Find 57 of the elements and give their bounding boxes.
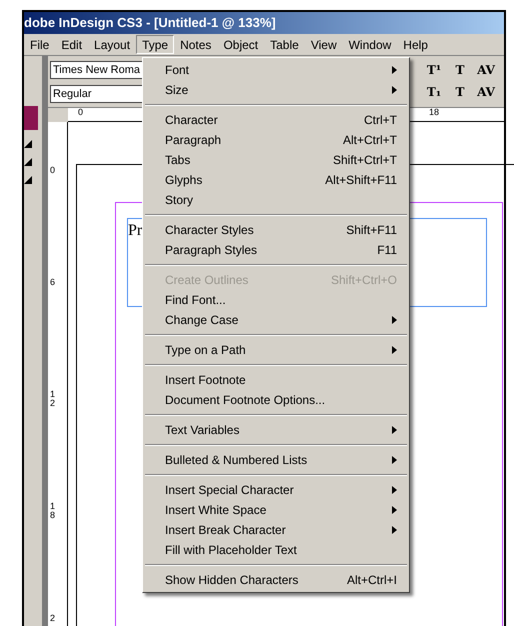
ruler-label: 18 [429,108,440,117]
submenu-arrow-icon [392,506,397,514]
menu-item[interactable]: Paragraph Styles F11 [143,240,409,260]
menu-bar-item[interactable]: Window [342,35,398,54]
menu-item[interactable]: Insert Footnote [143,370,409,390]
ruler-label: 12 [50,390,56,408]
tool-icon[interactable] [24,176,32,184]
ruler-label: 6 [50,278,56,287]
window-title: dobe InDesign CS3 - [Untitled-1 @ 133%] [24,14,276,32]
ruler-label: 0 [50,166,56,175]
menu-bar-item[interactable]: Object [217,35,264,54]
tool-icon[interactable] [24,140,32,148]
menu-bar-item[interactable]: Table [264,35,305,54]
menu-item[interactable]: Story [143,190,409,210]
format-button[interactable]: AV [476,83,496,101]
submenu-arrow-icon [392,66,397,74]
ruler-label: 0 [78,108,84,117]
submenu-arrow-icon [392,316,397,324]
submenu-arrow-icon [392,346,397,354]
menu-item[interactable]: Character Styles Shift+F11 [143,220,409,240]
menu-item[interactable]: Tabs Shift+Ctrl+T [143,150,409,170]
submenu-arrow-icon [392,86,397,94]
ruler-label: 2 [50,614,56,623]
format-button[interactable]: T [450,61,470,79]
menu-item[interactable]: Insert White Space [143,500,409,520]
menu-item[interactable]: Bulleted & Numbered Lists [143,450,409,470]
menu-bar-item[interactable]: View [304,35,343,54]
submenu-arrow-icon [392,486,397,494]
menu-item[interactable]: Insert Special Character [143,480,409,500]
submenu-arrow-icon [392,526,397,534]
menu-item[interactable]: Character Ctrl+T [143,110,409,130]
menu-item[interactable]: Show Hidden Characters Alt+Ctrl+I [143,570,409,590]
menu-item[interactable]: Find Font... [143,290,409,310]
menu-item[interactable]: Text Variables [143,420,409,440]
color-swatch[interactable] [24,106,38,130]
menu-bar-item[interactable]: Help [397,35,434,54]
format-button[interactable]: T₁ [424,83,444,101]
menu-bar-item[interactable]: Edit [55,35,88,54]
format-button[interactable]: T [450,83,470,101]
menu-item[interactable]: Document Footnote Options... [143,390,409,410]
menu-item[interactable]: Change Case [143,310,409,330]
menu-item[interactable]: Fill with Placeholder Text [143,540,409,560]
menu-bar-item[interactable]: Layout [88,35,136,54]
menu-item[interactable]: Insert Break Character [143,520,409,540]
format-button[interactable]: T¹ [424,61,444,79]
menu-item[interactable]: Paragraph Alt+Ctrl+T [143,130,409,150]
submenu-arrow-icon [392,456,397,464]
menu-bar-item[interactable]: Notes [174,35,218,54]
tool-icon[interactable] [24,158,32,166]
format-button[interactable]: AV [476,61,496,79]
menu-bar-item[interactable]: File [24,35,56,54]
submenu-arrow-icon [392,426,397,434]
document-text: Pr [128,222,142,239]
menu-bar-item[interactable]: Type [136,35,174,54]
ruler-label: 18 [50,502,56,520]
menu-item[interactable]: Type on a Path [143,340,409,360]
menu-item[interactable]: Glyphs Alt+Shift+F11 [143,170,409,190]
